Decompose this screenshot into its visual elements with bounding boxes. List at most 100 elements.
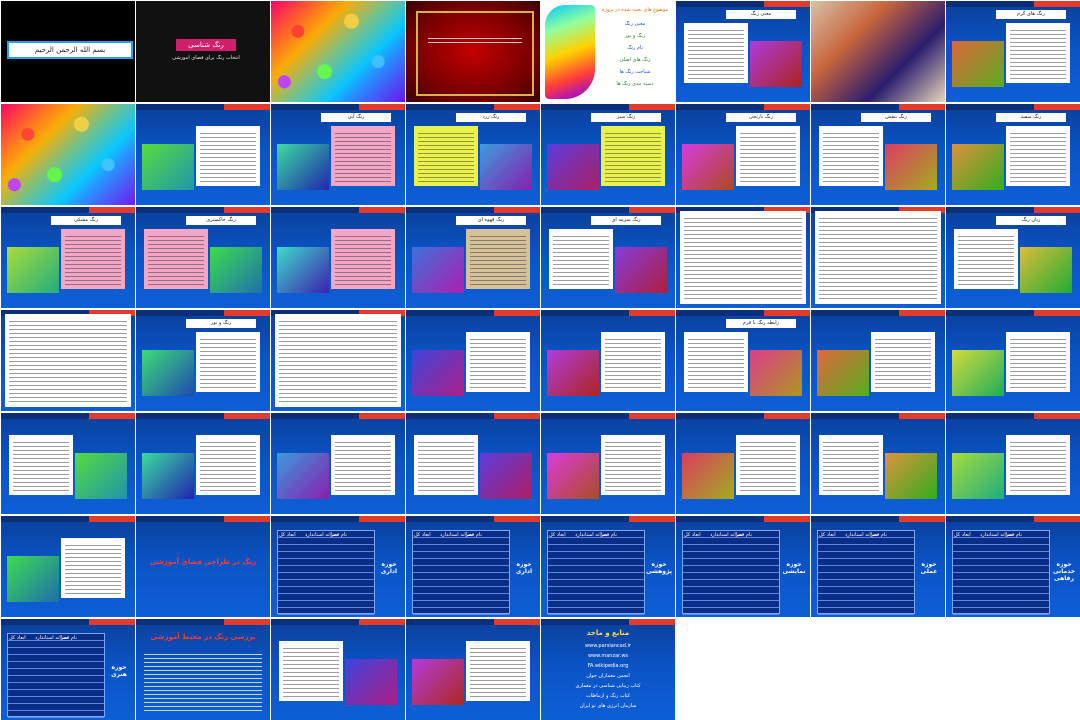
slide-title: بسم الله الرحمن الرحيم bbox=[7, 41, 133, 59]
slide-thumbnail-17[interactable]: رنگ مشکی bbox=[1, 207, 135, 308]
slide-photo bbox=[1020, 247, 1072, 293]
slide-thumbnail-45[interactable]: نام فضا سرانه استاندارد ابعاد کل حوزه پژوهش… bbox=[541, 516, 675, 617]
slide-thumbnail-35[interactable] bbox=[271, 413, 405, 514]
slide-thumbnail-31[interactable] bbox=[811, 310, 945, 411]
slide-thumbnail-53[interactable]: منابع و ماخذ www.parsiancad.ir www.manzar.… bbox=[541, 619, 675, 720]
table-row bbox=[683, 538, 779, 545]
table-row bbox=[683, 601, 779, 608]
table-row bbox=[683, 559, 779, 566]
slide-text-box bbox=[466, 332, 530, 392]
slide-thumbnail-43[interactable]: نام فضا سرانه استاندارد ابعاد کل حوزه اداری bbox=[271, 516, 405, 617]
slide-text-box bbox=[196, 435, 260, 495]
table-header-cell: سرانه استاندارد bbox=[35, 635, 68, 641]
slide-thumbnail-8[interactable]: رنگ های گرم bbox=[946, 1, 1080, 102]
table-row bbox=[278, 587, 374, 594]
text-lines bbox=[470, 233, 526, 285]
slide-thumbnail-33[interactable] bbox=[1, 413, 135, 514]
slide-thumbnail-29[interactable] bbox=[541, 310, 675, 411]
text-lines bbox=[470, 336, 526, 388]
table-row bbox=[953, 566, 1049, 573]
slide-text-box bbox=[819, 126, 883, 186]
slide-photo bbox=[345, 659, 397, 705]
table-row bbox=[8, 662, 104, 669]
slide-text-box bbox=[736, 435, 800, 495]
slide-thumbnail-48[interactable]: نام فضا سرانه استاندارد ابعاد کل حوزه خدمات… bbox=[946, 516, 1080, 617]
slide-text-box bbox=[684, 332, 748, 392]
table-row bbox=[8, 648, 104, 655]
slide-thumbnail-39[interactable] bbox=[811, 413, 945, 514]
slide-header-band bbox=[1, 619, 135, 625]
slide-thumbnail-1[interactable]: بسم الله الرحمن الرحيم bbox=[1, 1, 135, 102]
table-header-cell: سرانه استاندارد bbox=[440, 532, 473, 538]
slide-thumbnail-6[interactable]: معنی رنگ bbox=[676, 1, 810, 102]
table-row bbox=[413, 566, 509, 573]
slide-header-band bbox=[136, 619, 270, 625]
slide-header-band bbox=[676, 516, 810, 522]
slide-thumbnail-41[interactable] bbox=[1, 516, 135, 617]
slide-thumbnail-50[interactable]: بررسی رنگ در محیط آموزشی bbox=[136, 619, 270, 720]
slide-text-box bbox=[819, 435, 883, 495]
slide-thumbnail-7[interactable] bbox=[811, 1, 945, 102]
table-header-cell: ابعاد کل bbox=[549, 532, 566, 538]
slide-thumbnail-34[interactable] bbox=[136, 413, 270, 514]
slide-thumbnail-4[interactable] bbox=[406, 1, 540, 102]
slide-header-band bbox=[541, 516, 675, 522]
slide-thumbnail-38[interactable] bbox=[676, 413, 810, 514]
slide-text-box bbox=[1006, 435, 1070, 495]
slide-thumbnail-52[interactable] bbox=[406, 619, 540, 720]
slide-header-band bbox=[946, 516, 1080, 522]
slide-thumbnail-16[interactable]: رنگ سفید bbox=[946, 104, 1080, 205]
slide-thumbnail-13[interactable]: رنگ سبز bbox=[541, 104, 675, 205]
table-row bbox=[953, 552, 1049, 559]
slide-thumbnail-42[interactable]: رنگ در طراحی فضای آموزشی bbox=[136, 516, 270, 617]
slide-photo bbox=[952, 144, 1004, 190]
slide-thumbnail-51[interactable] bbox=[271, 619, 405, 720]
slide-thumbnail-47[interactable]: نام فضا سرانه استاندارد ابعاد کل حوزه عملی bbox=[811, 516, 945, 617]
slide-thumbnail-9[interactable] bbox=[1, 104, 135, 205]
table-row bbox=[683, 573, 779, 580]
slide-thumbnail-2[interactable]: رنگ شناسی انتخاب رنگ برای فضای آموزشی bbox=[136, 1, 270, 102]
slide-thumbnail-12[interactable]: رنگ زرد bbox=[406, 104, 540, 205]
slide-thumbnail-20[interactable]: رنگ قهوه ای bbox=[406, 207, 540, 308]
slide-thumbnail-22[interactable] bbox=[676, 207, 810, 308]
slide-thumbnail-24[interactable]: زبان رنگ bbox=[946, 207, 1080, 308]
slide-thumbnail-3[interactable] bbox=[271, 1, 405, 102]
slide-thumbnail-25[interactable]: رنگ و سلامت bbox=[1, 310, 135, 411]
slide-thumbnail-32[interactable] bbox=[946, 310, 1080, 411]
slide-thumbnail-11[interactable]: رنگ آبی bbox=[271, 104, 405, 205]
table-header-cell: سرانه استاندارد bbox=[980, 532, 1013, 538]
slide-text-box bbox=[680, 211, 806, 304]
slide-thumbnail-5[interactable]: موضوع های بحث شده در پروژه معنی رنگ رنگ و … bbox=[541, 1, 675, 102]
slide-thumbnail-44[interactable]: نام فضا سرانه استاندارد ابعاد کل حوزه اداری bbox=[406, 516, 540, 617]
slide-text-box bbox=[601, 435, 665, 495]
table-row bbox=[818, 559, 914, 566]
slide-thumbnail-18[interactable]: رنگ خاکستری bbox=[136, 207, 270, 308]
text-lines bbox=[335, 233, 391, 285]
slide-thumbnail-21[interactable]: رنگ سرمه ای bbox=[541, 207, 675, 308]
slide-thumbnail-40[interactable] bbox=[946, 413, 1080, 514]
table-row bbox=[8, 641, 104, 648]
slide-thumbnail-49[interactable]: نام فضا سرانه استاندارد ابعاد کل حوزه هنری bbox=[1, 619, 135, 720]
slide-thumbnail-10[interactable] bbox=[136, 104, 270, 205]
slide-thumbnail-37[interactable] bbox=[541, 413, 675, 514]
slide-thumbnail-27[interactable] bbox=[271, 310, 405, 411]
slide-thumbnail-26[interactable]: رنگ و نور bbox=[136, 310, 270, 411]
text-lines bbox=[740, 439, 796, 491]
slide-thumbnail-23[interactable] bbox=[811, 207, 945, 308]
slide-thumbnail-30[interactable]: رابطه رنگ با فرم bbox=[676, 310, 810, 411]
slide-thumbnail-46[interactable]: نام فضا سرانه استاندارد ابعاد کل حوزه نمایش… bbox=[676, 516, 810, 617]
text-lines bbox=[823, 439, 879, 491]
slide-header-band bbox=[946, 104, 1080, 110]
table-header-cell: ابعاد کل bbox=[279, 532, 296, 538]
slide-thumbnail-28[interactable] bbox=[406, 310, 540, 411]
slide-header-band bbox=[406, 104, 540, 110]
slide-thumbnail-19[interactable] bbox=[271, 207, 405, 308]
slide-thumbnail-15[interactable]: رنگ بنفش bbox=[811, 104, 945, 205]
topic-item: رنگ و نور bbox=[624, 33, 646, 39]
table-header-cell: سرانه استاندارد bbox=[305, 532, 338, 538]
slide-sorter-grid: بسم الله الرحمن الرحيم رنگ شناسی انتخاب رن… bbox=[0, 0, 1080, 720]
reference-item: سازمان انرژی های نو ایران bbox=[579, 703, 637, 709]
table-row bbox=[8, 655, 104, 662]
slide-thumbnail-14[interactable]: رنگ نارنجی bbox=[676, 104, 810, 205]
slide-thumbnail-36[interactable] bbox=[406, 413, 540, 514]
